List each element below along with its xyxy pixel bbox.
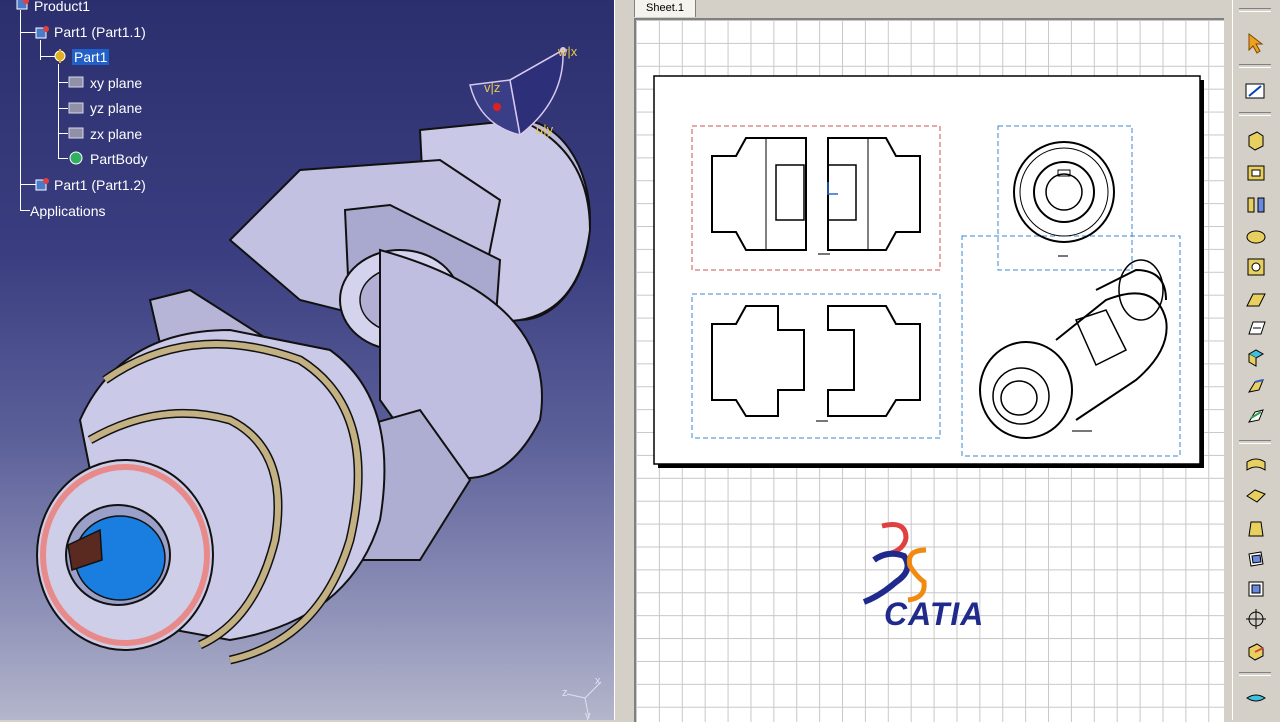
hole-icon[interactable] bbox=[1243, 254, 1269, 280]
pocket-icon[interactable] bbox=[1243, 160, 1269, 186]
compass-label-u-y: u|y bbox=[536, 122, 554, 137]
sheet-tab[interactable]: Sheet.1 bbox=[634, 0, 696, 17]
catia-logo: CATIA bbox=[854, 520, 1024, 640]
axis-label-x: x bbox=[595, 675, 601, 687]
fillet-icon[interactable] bbox=[1243, 452, 1269, 478]
surface-icon[interactable] bbox=[1243, 686, 1269, 712]
catia-wordmark: CATIA bbox=[884, 596, 985, 632]
tree-node-part1-instance-2[interactable]: Part1 (Part1.2) bbox=[54, 176, 146, 194]
part-design-toolbar bbox=[1232, 0, 1280, 720]
thread-icon[interactable] bbox=[1243, 606, 1269, 632]
drawing-window: Sheet.1 CATIA bbox=[632, 0, 1230, 722]
part-gear-icon bbox=[54, 49, 66, 63]
sketcher-icon[interactable] bbox=[1243, 78, 1269, 104]
shell-icon[interactable] bbox=[1243, 546, 1269, 572]
pad-icon[interactable] bbox=[1243, 128, 1269, 154]
tree-node-part1-instance-1[interactable]: Part1 (Part1.1) bbox=[54, 23, 146, 41]
partbody-icon bbox=[69, 151, 83, 165]
tree-node-xy-plane[interactable]: xy plane bbox=[90, 74, 142, 92]
tree-node-zx-plane[interactable]: zx plane bbox=[90, 125, 142, 143]
axis-triad-icon: x z y bbox=[562, 675, 602, 720]
rib-icon[interactable] bbox=[1243, 286, 1269, 312]
plane-icon bbox=[68, 102, 84, 114]
thickness-icon[interactable] bbox=[1243, 576, 1269, 602]
remove-face-icon[interactable] bbox=[1243, 638, 1269, 664]
product-icon bbox=[16, 0, 29, 10]
drawing-sheet[interactable]: CATIA bbox=[634, 18, 1224, 722]
plane-icon bbox=[68, 127, 84, 139]
compass-label-w-x: w|x bbox=[558, 44, 578, 59]
axis-label-z: z bbox=[562, 687, 568, 699]
compass-widget[interactable] bbox=[460, 40, 570, 140]
tree-node-yz-plane[interactable]: yz plane bbox=[90, 99, 142, 117]
part-instance-icon bbox=[35, 178, 49, 191]
select-arrow-icon[interactable] bbox=[1243, 30, 1269, 56]
tree-node-applications[interactable]: Applications bbox=[30, 202, 106, 220]
multi-section-solid-icon[interactable] bbox=[1243, 374, 1269, 400]
axis-label-y: y bbox=[585, 710, 591, 720]
part-instance-icon bbox=[35, 26, 49, 39]
tree-node-partbody[interactable]: PartBody bbox=[90, 150, 148, 168]
plane-icon bbox=[68, 76, 84, 88]
shaft-icon[interactable] bbox=[1243, 192, 1269, 218]
slot-icon[interactable] bbox=[1243, 314, 1269, 340]
stiffener-icon[interactable] bbox=[1243, 344, 1269, 370]
groove-icon[interactable] bbox=[1243, 224, 1269, 250]
3d-viewport[interactable]: Product1 Part1 (Part1.1) Part1 xy plane … bbox=[0, 0, 614, 720]
removed-multi-section-icon[interactable] bbox=[1243, 404, 1269, 430]
tree-node-part1[interactable]: Part1 bbox=[72, 48, 110, 66]
tree-node-product[interactable]: Product1 bbox=[34, 0, 90, 15]
compass-label-v-z: v|z bbox=[484, 80, 501, 95]
draft-icon[interactable] bbox=[1243, 516, 1269, 542]
chamfer-icon[interactable] bbox=[1243, 484, 1269, 510]
specification-tree[interactable]: Product1 Part1 (Part1.1) Part1 xy plane … bbox=[10, 0, 210, 230]
